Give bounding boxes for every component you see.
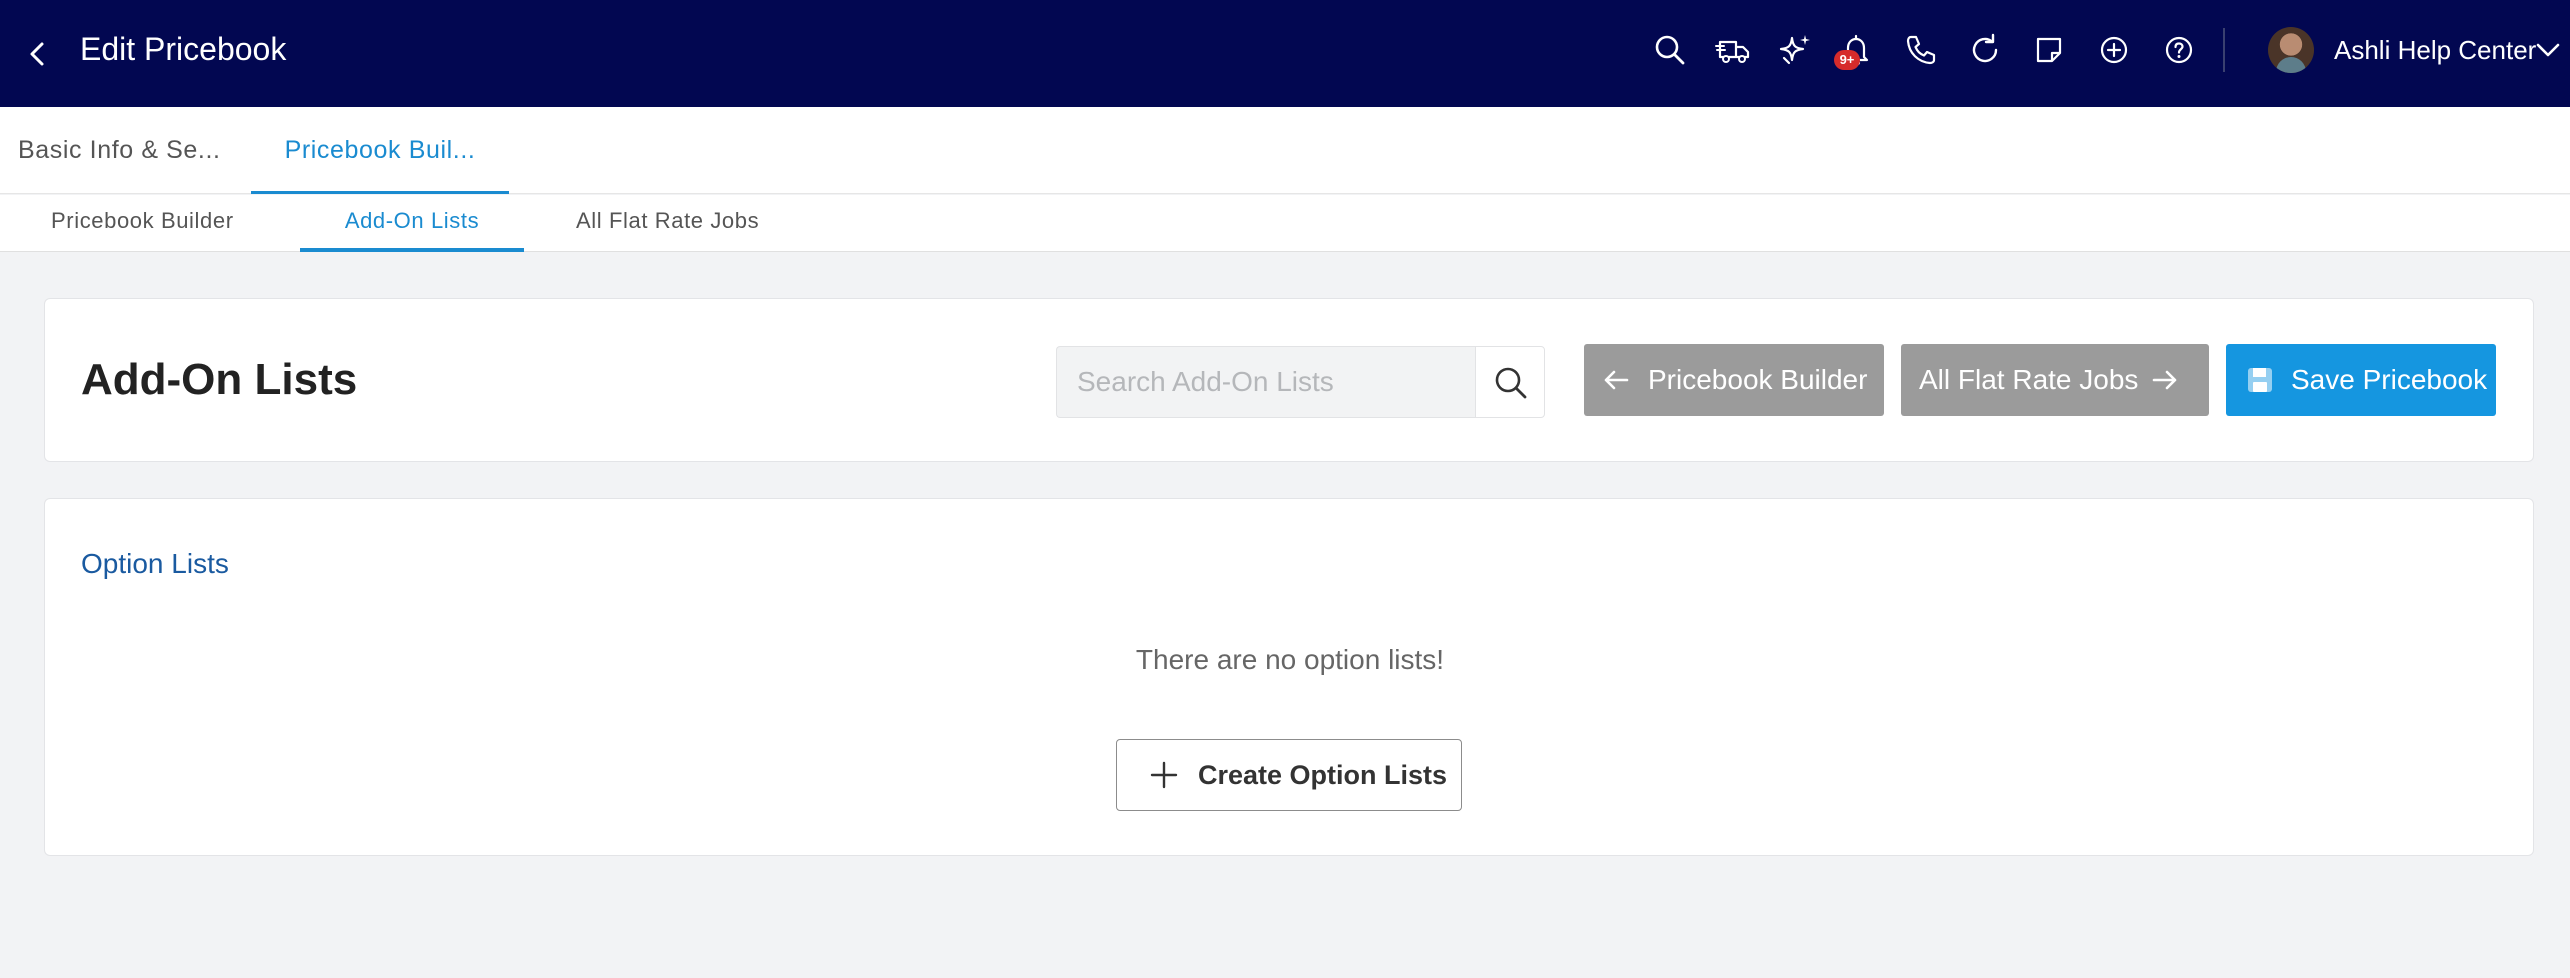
page-header-title: Edit Pricebook: [80, 31, 287, 67]
primary-tab-bar: Basic Info & Se... Pricebook Buil...: [0, 107, 2570, 194]
sparkle-icon[interactable]: [1776, 30, 1816, 70]
note-icon[interactable]: [2029, 30, 2069, 70]
empty-state-message: There are no option lists!: [1135, 644, 1445, 675]
subtab-add-on-lists[interactable]: Add-On Lists: [300, 195, 524, 252]
option-lists-title: Option Lists: [81, 548, 229, 579]
search-icon[interactable]: [1650, 30, 1690, 70]
search-button[interactable]: [1475, 346, 1545, 418]
plus-icon: [1150, 761, 1178, 789]
tab-basic-info[interactable]: Basic Info & Se...: [18, 107, 221, 194]
save-button-label: Save Pricebook: [2291, 364, 2488, 395]
page-title: Add-On Lists: [81, 355, 358, 404]
save-icon: [2248, 368, 2272, 392]
prev-button-label: Pricebook Builder: [1648, 364, 1868, 395]
tab-pricebook-builder[interactable]: Pricebook Buil...: [251, 107, 509, 194]
page-header-card: Add-On Lists Pricebook Builder All Flat …: [44, 298, 2534, 462]
chevron-down-icon[interactable]: [2530, 32, 2566, 68]
next-button-label: All Flat Rate Jobs: [1919, 364, 2139, 395]
create-button-label: Create Option Lists: [1198, 760, 1448, 790]
subtab-all-flat-rate-jobs[interactable]: All Flat Rate Jobs: [576, 195, 759, 252]
option-lists-card: Option Lists There are no option lists! …: [44, 498, 2534, 856]
phone-icon[interactable]: [1901, 30, 1941, 70]
search-icon: [1495, 367, 1527, 399]
header-divider: [2223, 28, 2225, 72]
back-icon[interactable]: [18, 34, 58, 74]
secondary-tab-bar: Pricebook Builder Add-On Lists All Flat …: [0, 195, 2570, 252]
arrow-right-icon: [2152, 370, 2177, 390]
avatar[interactable]: [2268, 27, 2314, 73]
save-pricebook-button[interactable]: Save Pricebook: [2226, 344, 2496, 416]
notification-badge: 9+: [1834, 50, 1860, 70]
user-name[interactable]: Ashli Help Center: [2334, 30, 2536, 70]
subtab-pricebook-builder[interactable]: Pricebook Builder: [51, 195, 234, 252]
arrow-left-icon: [1604, 370, 1629, 390]
refresh-icon[interactable]: [1965, 30, 2005, 70]
create-option-lists-button[interactable]: Create Option Lists: [1116, 739, 1462, 811]
prev-pricebook-builder-button[interactable]: Pricebook Builder: [1584, 344, 1884, 416]
help-icon[interactable]: [2159, 30, 2199, 70]
add-circle-icon[interactable]: [2094, 30, 2134, 70]
dispatch-truck-icon[interactable]: [1714, 30, 1754, 70]
top-navigation-bar: Edit Pricebook 9+ Ashli Help Center: [0, 0, 2570, 107]
search-input[interactable]: [1056, 346, 1476, 418]
next-all-flat-rate-jobs-button[interactable]: All Flat Rate Jobs: [1901, 344, 2209, 416]
